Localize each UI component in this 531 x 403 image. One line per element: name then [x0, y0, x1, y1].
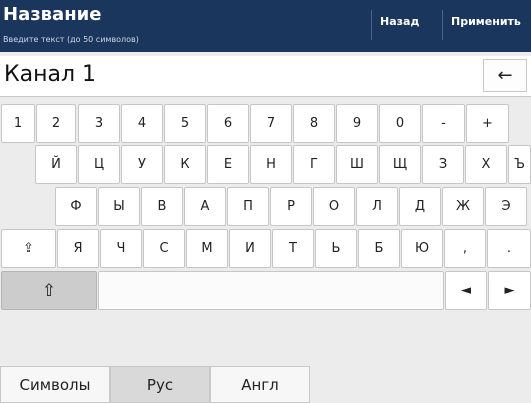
caps-lock-icon: ⇪ [23, 241, 34, 256]
page-title: Название [3, 4, 102, 25]
space-key[interactable] [98, 271, 444, 310]
key-letter[interactable]: Г [293, 145, 335, 184]
key-5[interactable]: 5 [164, 104, 206, 143]
key-comma[interactable]: , [444, 229, 486, 268]
key-period[interactable]: . [487, 229, 531, 268]
key-letter[interactable]: З [422, 145, 464, 184]
apply-button[interactable]: Применить [451, 15, 521, 29]
key-letter[interactable]: Р [270, 187, 312, 226]
key-letter[interactable]: Т [272, 229, 314, 268]
key-letter[interactable]: И [229, 229, 271, 268]
cursor-left-key[interactable]: ◄ [445, 271, 487, 310]
key-letter[interactable]: Щ [379, 145, 421, 184]
backspace-icon: ← [497, 65, 513, 86]
text-input-value: Канал 1 [4, 62, 97, 87]
cursor-right-key[interactable]: ► [488, 271, 531, 310]
key-2[interactable]: 2 [36, 104, 76, 143]
key-letter[interactable]: Х [465, 145, 507, 184]
back-button[interactable]: Назад [380, 15, 419, 29]
tab-rus[interactable]: Рус [110, 366, 210, 403]
shift-key[interactable]: ⇧ [1, 271, 97, 310]
key-letter[interactable]: С [143, 229, 185, 268]
key-letter[interactable]: Й [35, 145, 77, 184]
key-letter[interactable]: Ъ [508, 145, 531, 184]
key-letter[interactable]: Ы [98, 187, 140, 226]
left-arrow-icon: ◄ [461, 283, 471, 298]
key-letter[interactable]: К [164, 145, 206, 184]
key-letter[interactable]: Я [57, 229, 99, 268]
key-letter[interactable]: Н [250, 145, 292, 184]
header-bar: Название Введите текст (до 50 символов) … [0, 0, 531, 52]
key-letter[interactable]: Ю [401, 229, 443, 268]
key-letter[interactable]: Л [356, 187, 398, 226]
tab-symbols[interactable]: Символы [0, 366, 110, 403]
key-letter[interactable]: Э [485, 187, 527, 226]
key-letter[interactable]: Ч [100, 229, 142, 268]
backspace-button[interactable]: ← [483, 59, 527, 92]
key-letter[interactable]: У [121, 145, 163, 184]
key-9[interactable]: 9 [336, 104, 378, 143]
tab-eng[interactable]: Англ [210, 366, 310, 403]
key-letter[interactable]: Ш [336, 145, 378, 184]
key-letter[interactable]: Д [399, 187, 441, 226]
key-1[interactable]: 1 [1, 104, 35, 143]
key-0[interactable]: 0 [379, 104, 421, 143]
key-letter[interactable]: П [227, 187, 269, 226]
key-minus[interactable]: - [422, 104, 465, 143]
right-arrow-icon: ► [504, 283, 515, 298]
page-subtitle: Введите текст (до 50 символов) [3, 35, 139, 44]
key-letter[interactable]: Ж [442, 187, 484, 226]
key-3[interactable]: 3 [78, 104, 120, 143]
caps-lock-key[interactable]: ⇪ [1, 229, 56, 268]
shift-icon: ⇧ [41, 280, 57, 301]
text-input[interactable]: Канал 1 ← [0, 56, 531, 97]
key-7[interactable]: 7 [250, 104, 292, 143]
key-letter[interactable]: О [313, 187, 355, 226]
key-letter[interactable]: А [184, 187, 226, 226]
key-6[interactable]: 6 [207, 104, 249, 143]
key-letter[interactable]: Ф [55, 187, 97, 226]
key-4[interactable]: 4 [121, 104, 163, 143]
key-8[interactable]: 8 [293, 104, 335, 143]
key-letter[interactable]: Ц [78, 145, 120, 184]
header-divider [442, 10, 443, 40]
key-letter[interactable]: Е [207, 145, 249, 184]
key-letter[interactable]: В [141, 187, 183, 226]
key-letter[interactable]: М [186, 229, 228, 268]
key-plus[interactable]: + [466, 104, 509, 143]
key-letter[interactable]: Б [358, 229, 400, 268]
header-divider [371, 10, 372, 40]
key-letter[interactable]: Ь [315, 229, 357, 268]
